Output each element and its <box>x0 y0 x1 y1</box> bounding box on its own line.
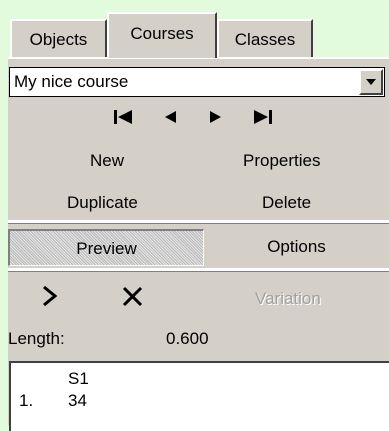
divider <box>8 268 389 272</box>
length-label: Length: <box>8 329 65 348</box>
tab-classes[interactable]: Classes <box>217 19 313 57</box>
delete-button[interactable]: Delete <box>262 193 311 213</box>
list-item-index: 1. <box>19 391 34 410</box>
divider <box>8 220 389 224</box>
new-button[interactable]: New <box>90 151 124 171</box>
list-item-value: 34 <box>68 391 87 410</box>
first-icon[interactable] <box>112 108 134 126</box>
list-header: S1 <box>68 369 89 388</box>
course-select[interactable]: My nice course <box>9 67 385 97</box>
duplicate-button[interactable]: Duplicate <box>67 193 138 213</box>
chevron-right-icon[interactable] <box>41 285 59 307</box>
tab-objects[interactable]: Objects <box>10 19 107 57</box>
chevron-down-icon <box>366 79 376 85</box>
previous-icon[interactable] <box>162 108 178 126</box>
x-icon[interactable] <box>121 285 145 309</box>
control-list[interactable]: S1 1. 34 <box>9 361 389 431</box>
dropdown-button[interactable] <box>359 69 383 95</box>
tab-courses[interactable]: Courses <box>107 12 217 58</box>
length-value: 0.600 <box>166 329 209 348</box>
last-icon[interactable] <box>252 108 274 126</box>
next-icon[interactable] <box>208 108 224 126</box>
options-toggle[interactable]: Options <box>204 229 389 266</box>
tab-bar: Objects Courses Classes <box>8 0 389 59</box>
properties-button[interactable]: Properties <box>243 151 320 171</box>
variation-button[interactable]: Variation <box>255 289 321 309</box>
course-select-value: My nice course <box>14 72 129 91</box>
preview-toggle[interactable]: Preview <box>8 229 204 266</box>
courses-panel: Objects Courses Classes My nice course N… <box>8 0 389 431</box>
